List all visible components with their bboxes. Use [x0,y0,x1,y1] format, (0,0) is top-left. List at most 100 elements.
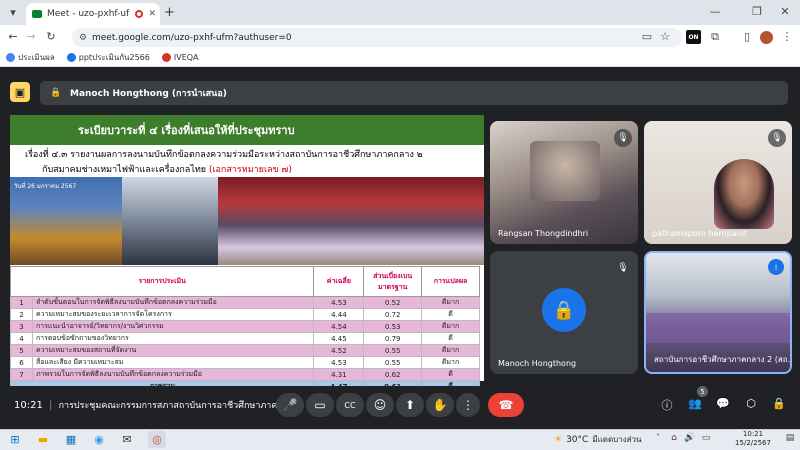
show-hidden-icons-icon[interactable]: ˄ [652,433,664,442]
tile-video-person [714,159,774,229]
host-controls-icon[interactable]: 🔒 [771,397,787,410]
reload-icon[interactable]: ↻ [44,30,58,43]
bookmark-star-icon[interactable]: ☆ [658,30,672,43]
minimize-icon[interactable]: — [708,5,722,18]
stop-presenting-icon[interactable]: ▣ [10,82,30,102]
extension-on-icon[interactable]: ON [686,30,701,44]
restore-icon[interactable]: ❐ [750,5,764,18]
row-result: ดีมาก [421,356,480,369]
address-bar[interactable]: ⚙ meet.google.com/uzo-pxhf-ufm?authuser=… [72,28,682,47]
row-result: ดีมาก [421,344,480,357]
participant-tile[interactable]: 🔒 🎙 Manoch Hongthong [490,251,638,374]
weather-widget[interactable]: ☀ 30°C มีแดดบางส่วน [554,433,641,446]
side-panel-icon[interactable]: ▯ [740,30,754,43]
event-photo-group [218,177,484,265]
row-number: 3 [10,320,33,333]
photo-caption: วันที่ 26 มกราคม 2567 [14,183,77,190]
system-clock[interactable]: 10:21 15/2/2567 [728,430,778,448]
people-icon[interactable]: 👥 [687,397,703,410]
row-sd: 0.79 [363,332,423,345]
row-result: ดี [421,368,480,381]
windows-start-icon[interactable]: ⊞ [6,431,24,448]
present-button[interactable]: ⬆ [396,393,424,417]
edge-icon[interactable]: ◉ [90,431,108,448]
bookmarks-bar: ประเมินผล pptประเมินกัน2566 IVEQA [0,49,800,67]
leave-call-button[interactable]: ☎ [488,393,524,417]
row-sd: 0.55 [363,344,423,357]
event-photo-audience [122,177,218,265]
emoji-button[interactable]: ☺ [366,393,394,417]
meeting-time: 10:21 [14,400,43,411]
menu-kebab-icon[interactable]: ⋮ [780,30,794,43]
event-photo-stage: วันที่ 26 มกราคม 2567 [10,177,122,265]
participant-tile-active[interactable]: ⁞ สถาบันการอาชีวศึกษาภาคกลาง 2 (สถ... [644,251,792,374]
table-row: 2 ความเหมาะสมของระยะเวลาการจัดโครงการ 4.44… [10,308,480,321]
raise-hand-button[interactable]: ✋ [426,393,454,417]
table-header-row: รายการประเมิน ค่าเฉลี่ย ส่วนเบี่ยงเบนมาต… [9,266,480,297]
row-sd: 0.55 [363,356,423,369]
row-item: สื่อและเสียง มีความเหมาะสม [31,356,315,369]
row-result: ดีมาก [421,296,480,309]
extensions-icon[interactable]: ⧉ [708,30,722,44]
participant-tile[interactable]: 🎙 Rangsan Thongdindhri [490,121,638,244]
chrome-taskbar-icon[interactable]: ◎ [148,431,166,448]
speaking-indicator-icon: ⁞ [768,259,784,275]
row-number: 6 [10,356,33,369]
recording-icon [135,10,144,18]
captions-button[interactable]: CC [336,393,364,417]
close-window-icon[interactable]: ✕ [778,5,792,18]
muted-mic-icon: 🎙 [614,259,632,277]
row-mean: 4.44 [313,308,365,321]
table-row: 6 สื่อและเสียง มีความเหมาะสม 4.53 0.55 ดีมาก [10,356,480,369]
end-call-icon: ☎ [498,398,514,412]
muted-mic-icon: 🎙 [768,129,786,147]
bookmark-label: IVEQA [173,53,199,62]
participant-name: สถาบันการอาชีวศึกษาภาคกลาง 2 (สถ... [654,355,792,364]
forward-icon[interactable]: → [24,30,38,43]
activities-icon[interactable]: ⬡ [743,397,759,410]
col-header-result: การแปลผล [421,266,480,297]
back-icon[interactable]: ← [6,30,20,43]
participant-tile[interactable]: 🎙 pathamaporn harnpanit [644,121,792,244]
close-tab-icon[interactable]: ✕ [148,9,160,19]
new-tab-button[interactable]: + [164,5,175,20]
presenter-label: Manoch Hongthong (การนำเสนอ) [70,89,227,99]
slide-heading-text: ระเบียบวาระที่ ๔ เรื่องที่เสนอให้ที่ประช… [78,124,295,137]
volume-icon[interactable]: 🔊 [684,433,696,443]
site-info-icon[interactable]: ⚙ [79,33,87,43]
more-options-button[interactable]: ⋮ [456,393,480,417]
bookmark-item[interactable]: IVEQA [161,53,199,62]
row-number: 1 [10,296,33,309]
meeting-info: 10:21 | การประชุมคณะกรรมการสภาสถาบันการอ… [14,398,286,412]
notifications-icon[interactable]: ▤ [784,433,796,443]
col-header-sd: ส่วนเบี่ยงเบนมาตรฐาน [363,266,423,297]
captions-icon: CC [344,400,356,410]
row-item: ภาพรวมในการจัดพิธีลงนามบันทึกข้อตกลงความ… [31,368,315,381]
document-reference: (เอกสารหมายเลข ๗) [208,165,292,175]
profile-avatar[interactable] [760,31,773,44]
meeting-details-icon[interactable]: ⓘ [659,397,675,413]
presenter-bar: 🔒 Manoch Hongthong (การนำเสนอ) [40,81,788,105]
url-text: meet.google.com/uzo-pxhf-ufm?authuser=0 [92,32,292,43]
mail-icon[interactable]: ✉ [118,431,136,448]
battery-icon[interactable]: ▭ [700,433,712,443]
store-icon[interactable]: ▦ [62,431,80,448]
tab-search-icon[interactable]: ▾ [6,5,20,19]
network-icon[interactable]: ⌂ [668,433,680,443]
bookmark-item[interactable]: pptประเมินกัน2566 [66,51,150,64]
row-sd: 0.72 [363,308,423,321]
camera-button[interactable]: ▭ [306,393,334,417]
row-result: ดี [421,332,480,345]
bookmark-item[interactable]: ประเมินผล [6,51,55,64]
row-sd: 0.52 [363,296,423,309]
chat-icon[interactable]: 💬 [715,397,731,410]
microphone-button[interactable]: 🎤 [276,393,304,417]
participant-name: pathamaporn harnpanit [652,229,748,238]
slide-subtitle-text: กับสมาคมช่างเหมาไฟฟ้าและเครื่องกลไทย [42,165,207,175]
slide-subtitle-line1: เรื่องที่ ๔.๓ รายงานผลการลงนามบันทึกข้อต… [25,150,423,160]
file-explorer-icon[interactable]: ▬ [34,431,52,448]
browser-tab[interactable]: Meet - uzo-pxhf-ufm ✕ [26,3,160,25]
row-item: ความเหมาะสมของระยะเวลาการจัดโครงการ [31,308,315,321]
camera-in-use-icon[interactable]: ▭ [640,30,654,43]
bookmark-label: ประเมินผล [18,53,55,62]
